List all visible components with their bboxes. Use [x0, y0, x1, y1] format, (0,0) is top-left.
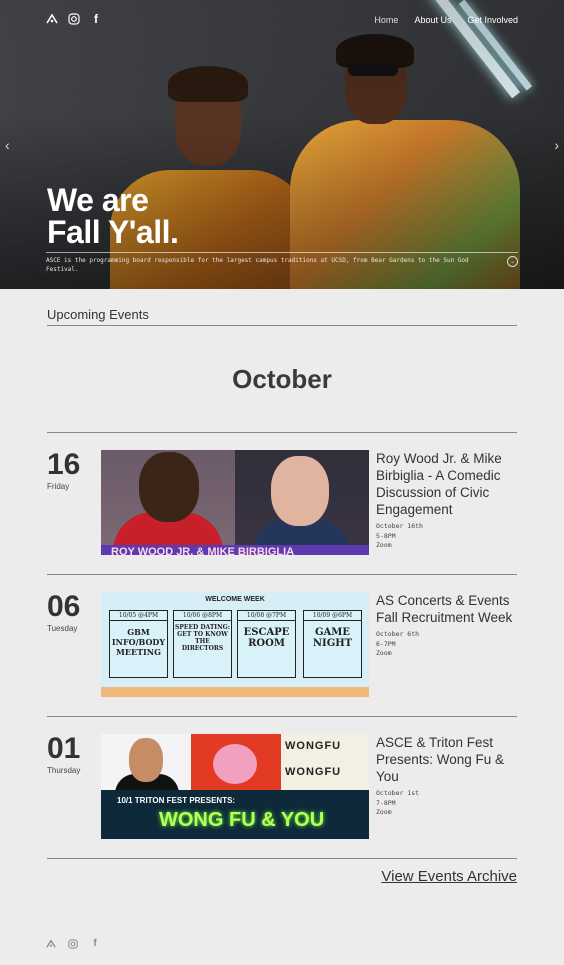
event-item[interactable]: 06 Tuesday WELCOME WEEK 10/05 @4PM GBM I… — [47, 592, 517, 698]
event-image[interactable]: WELCOME WEEK 10/05 @4PM GBM INFO/BODY ME… — [101, 592, 369, 697]
instagram-icon[interactable] — [68, 938, 78, 949]
event-date: October 16th — [376, 522, 423, 530]
month-heading: October — [232, 364, 332, 394]
schedule-card: 10/08 @7PM ESCAPE ROOM — [237, 610, 296, 678]
event-item[interactable]: 16 Friday ROY WOOD JR. & MIKE BIRBIGLIA … — [47, 450, 517, 556]
view-archive-link[interactable]: View Events Archive — [381, 868, 517, 885]
event-time: 6-7PM — [376, 639, 396, 648]
social-nav: f — [46, 12, 102, 26]
event-weekday: Thursday — [47, 766, 81, 775]
event-image-header: WELCOME WEEK — [205, 596, 265, 603]
event-divider — [47, 716, 517, 717]
main-nav: Home About Us Get Involved — [374, 15, 518, 25]
schedule-card: 10/09 @6PM GAME NIGHT — [303, 610, 362, 678]
event-meta: October 16th 5-8PM Zoom — [376, 522, 423, 551]
event-title[interactable]: Roy Wood Jr. & Mike Birbiglia - A Comedi… — [376, 450, 521, 518]
event-date: October 6th — [376, 630, 420, 638]
hero-title: We are Fall Y'all. — [47, 182, 179, 250]
event-day: 16 — [47, 448, 81, 481]
schedule-card: 10/06 @8PM SPEED DATING: GET TO KNOW THE… — [173, 610, 232, 678]
nav-about-link[interactable]: About Us — [414, 15, 451, 25]
hero-title-line2: Fall Y'all. — [47, 214, 179, 250]
hero-title-line1: We are — [47, 182, 149, 218]
event-divider — [47, 432, 517, 433]
nav-get-involved-link[interactable]: Get Involved — [467, 15, 518, 25]
wongfu-logo: WONGFU — [285, 766, 342, 778]
event-image-caption: ROY WOOD JR. & MIKE BIRBIGLIA — [101, 545, 369, 555]
event-divider — [47, 574, 517, 575]
hero-divider — [46, 252, 518, 253]
event-image[interactable]: WONGFU WONGFU 10/1 TRITON FEST PRESENTS:… — [101, 734, 369, 839]
footer-social-nav: f — [46, 938, 100, 949]
logo-icon[interactable] — [46, 938, 56, 949]
event-location: Zoom — [376, 808, 392, 816]
nav-home-link[interactable]: Home — [374, 15, 398, 25]
section-heading: Upcoming Events — [47, 307, 149, 322]
event-day: 06 — [47, 590, 81, 623]
facebook-icon[interactable]: f — [90, 938, 100, 949]
facebook-icon[interactable]: f — [90, 12, 102, 26]
logo-icon[interactable] — [46, 12, 58, 26]
event-day: 01 — [47, 732, 81, 765]
carousel-prev-icon[interactable]: ‹ — [5, 137, 10, 153]
event-meta: October 1st 7-8PM Zoom — [376, 789, 419, 818]
event-title[interactable]: ASCE & Triton Fest Presents: Wong Fu & Y… — [376, 734, 521, 785]
event-divider — [47, 858, 517, 859]
event-weekday: Friday — [47, 482, 70, 491]
hero-banner: f Home About Us Get Involved ‹ › We are … — [0, 0, 564, 289]
wongfu-logo: WONGFU — [285, 740, 342, 752]
event-location: Zoom — [376, 541, 392, 549]
section-divider — [47, 325, 517, 326]
event-image-caption: 10/1 TRITON FEST PRESENTS: — [117, 796, 236, 805]
schedule-card: 10/05 @4PM GBM INFO/BODY MEETING — [109, 610, 168, 678]
event-title[interactable]: AS Concerts & Events Fall Recruitment We… — [376, 592, 521, 626]
event-weekday: Tuesday — [47, 624, 78, 633]
carousel-next-icon[interactable]: › — [554, 137, 559, 153]
event-image-headline: WONG FU & YOU — [159, 809, 325, 831]
event-image[interactable]: ROY WOOD JR. & MIKE BIRBIGLIA — [101, 450, 369, 555]
event-item[interactable]: 01 Thursday WONGFU WONGFU 10/1 TRITON FE… — [47, 734, 517, 840]
event-date: October 1st — [376, 789, 420, 797]
scroll-down-icon[interactable]: ⌄ — [507, 256, 518, 267]
event-location: Zoom — [376, 649, 392, 657]
event-time: 5-8PM — [376, 531, 396, 540]
hero-description: ASCE is the programming board responsibl… — [46, 257, 469, 273]
event-meta: October 6th 6-7PM Zoom — [376, 630, 419, 659]
instagram-icon[interactable] — [68, 12, 80, 26]
event-time: 7-8PM — [376, 798, 396, 807]
